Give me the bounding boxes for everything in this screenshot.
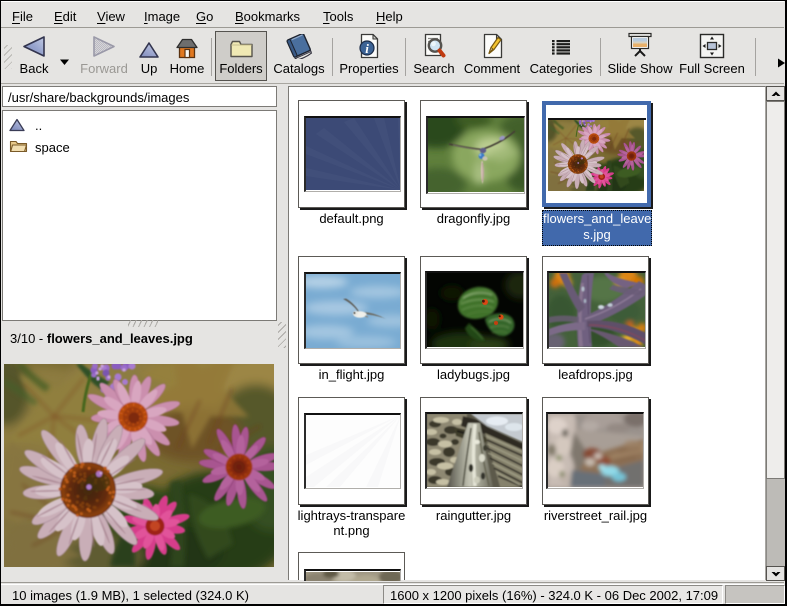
svg-text:i: i [365, 41, 369, 56]
